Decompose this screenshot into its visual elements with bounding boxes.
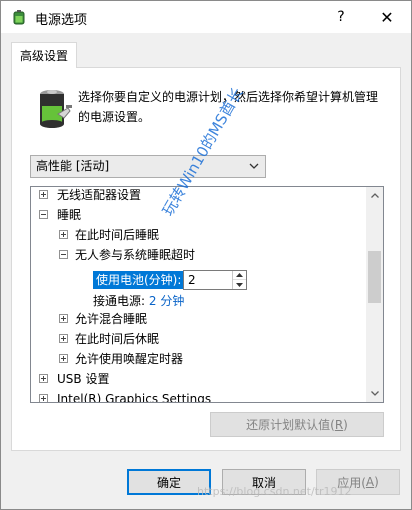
tab-label: 高级设置: [19, 49, 68, 63]
collapse-minus-icon[interactable]: [59, 250, 68, 259]
window-title: 电源选项: [35, 13, 88, 28]
tab-advanced-settings[interactable]: 高级设置: [11, 42, 77, 68]
chevron-up-icon: [370, 193, 379, 198]
on-battery-label: 使用电池(分钟):: [93, 271, 185, 289]
expand-plus-icon[interactable]: [59, 314, 68, 323]
arrow-up-icon: [236, 273, 243, 277]
scroll-down-button[interactable]: [366, 385, 383, 402]
expand-plus-icon[interactable]: [59, 230, 68, 239]
tree-item-label: 允许使用唤醒定时器: [75, 352, 184, 366]
close-button[interactable]: ✕: [365, 1, 409, 33]
chevron-down-icon: [370, 391, 379, 396]
help-button[interactable]: ?: [319, 1, 363, 33]
spin-down-button[interactable]: [233, 280, 246, 289]
spin-up-button[interactable]: [233, 271, 246, 280]
title-bar[interactable]: 电源选项 ? ✕: [1, 1, 411, 33]
ok-label: 确定: [156, 475, 181, 490]
plugged-in-setting[interactable]: 接通电源: 2 分钟: [93, 291, 184, 311]
tree-item-usb-settings[interactable]: USB 设置: [31, 369, 367, 389]
collapse-minus-icon[interactable]: [39, 210, 48, 219]
tree-item-intel-graphics[interactable]: Intel(R) Graphics Settings: [31, 389, 367, 403]
tree-item-label: 在此时间后睡眠: [75, 228, 160, 242]
tree-item-label: 无线适配器设置: [57, 188, 142, 202]
restore-plan-defaults-button[interactable]: 还原计划默认值(R): [210, 412, 384, 437]
restore-label-suffix: ): [343, 417, 348, 432]
scroll-thumb[interactable]: [368, 251, 381, 303]
plugged-in-value[interactable]: 2 分钟: [149, 294, 184, 308]
tree-item-label: Intel(R) Graphics Settings: [57, 392, 212, 403]
apply-hotkey: A: [365, 475, 375, 489]
chevron-down-icon: [249, 163, 259, 169]
spin-buttons: [232, 271, 246, 289]
tree-item-wake-timers[interactable]: 允许使用唤醒定时器: [31, 349, 367, 369]
power-plan-dropdown[interactable]: 高性能 [活动]: [30, 155, 266, 178]
expand-plus-icon[interactable]: [39, 394, 48, 402]
power-plan-value: 高性能 [活动]: [36, 159, 110, 173]
close-icon: ✕: [380, 7, 394, 27]
expand-plus-icon[interactable]: [59, 354, 68, 363]
tree-item-label: 睡眠: [57, 208, 82, 222]
apply-label-suffix: ): [374, 475, 379, 489]
url-watermark: https://blog.csdn.net/tr1912: [197, 485, 352, 498]
tree-item-label: 无人参与系统睡眠超时: [75, 248, 196, 262]
tree-item-wireless-adapter[interactable]: 无线适配器设置: [31, 187, 367, 205]
plugged-in-label: 接通电源:: [93, 294, 146, 308]
restore-hotkey: R: [334, 417, 344, 432]
scroll-up-button[interactable]: [366, 187, 383, 204]
expand-plus-icon[interactable]: [59, 334, 68, 343]
power-battery-icon: [13, 10, 25, 25]
restore-label-prefix: 还原计划默认值(: [246, 418, 335, 432]
help-icon: ?: [337, 9, 345, 25]
on-battery-minutes-spinbox[interactable]: 2: [183, 270, 247, 290]
tree-item-label: 允许混合睡眠: [75, 312, 148, 326]
tree-item-label: USB 设置: [57, 372, 110, 386]
power-settings-tree[interactable]: 无线适配器设置 睡眠 在此时间后睡眠 无人参与系统睡眠超时 使用电池(分钟): …: [30, 186, 384, 403]
battery-plug-icon: [40, 90, 72, 128]
tree-item-hibernate-after[interactable]: 在此时间后休眠: [31, 329, 367, 349]
tree-item-label: 在此时间后休眠: [75, 332, 160, 346]
arrow-down-icon: [236, 282, 243, 287]
tree-scrollbar[interactable]: [366, 187, 383, 402]
expand-plus-icon[interactable]: [39, 190, 48, 199]
tree-item-sleep[interactable]: 睡眠: [31, 205, 367, 225]
tree-item-sleep-after[interactable]: 在此时间后睡眠: [31, 225, 367, 245]
power-options-dialog: 电源选项 ? ✕ 高级设置 选择你要自定义的电源计划，然后选择你希望计算机管理的…: [0, 0, 412, 510]
on-battery-minutes-value: 2: [188, 273, 196, 287]
tree-item-unattended-sleep-timeout[interactable]: 无人参与系统睡眠超时: [31, 245, 367, 265]
expand-plus-icon[interactable]: [39, 374, 48, 383]
tree-item-hybrid-sleep[interactable]: 允许混合睡眠: [31, 309, 367, 329]
